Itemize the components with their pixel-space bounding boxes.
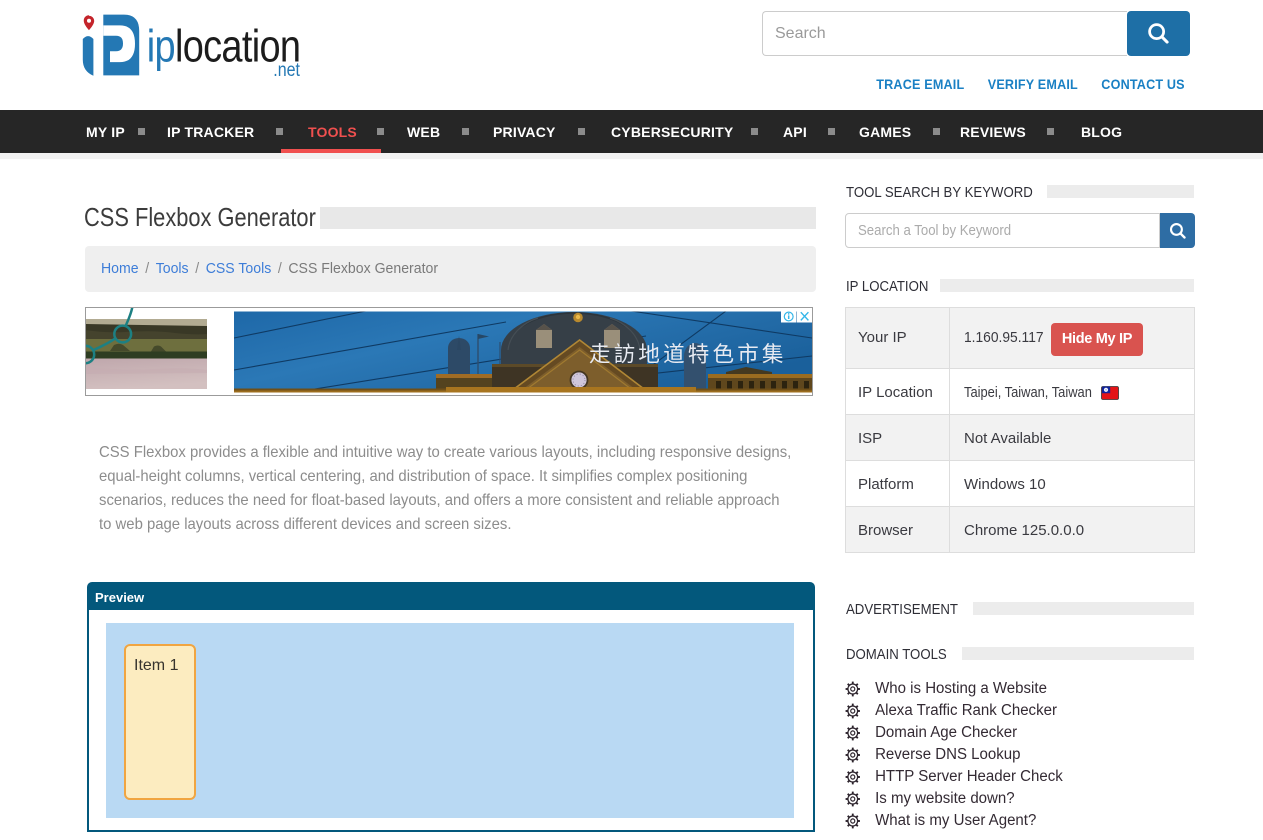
svg-text:走訪地道特色市集: 走訪地道特色市集 xyxy=(589,343,787,367)
svg-text:.net: .net xyxy=(273,59,300,80)
